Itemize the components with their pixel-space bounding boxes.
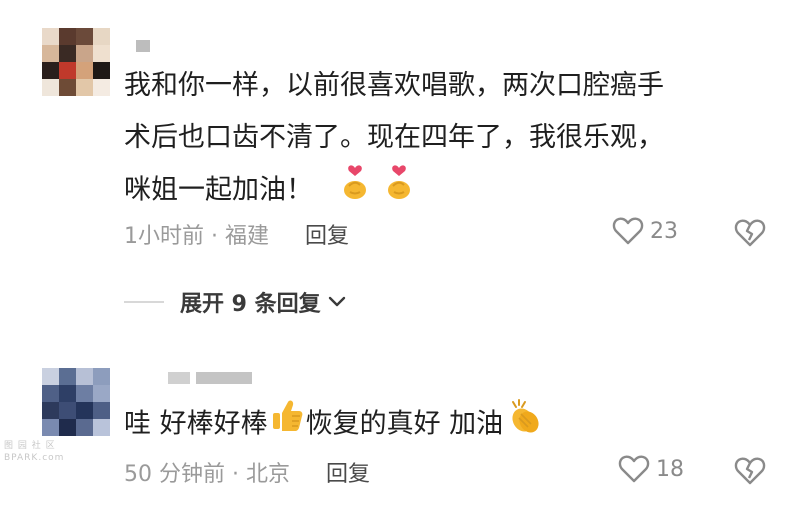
dislike-button[interactable] (734, 218, 766, 252)
like-button[interactable]: 18 (618, 454, 684, 484)
comment-meta: 50 分钟前 · 北京 回复 (124, 456, 370, 488)
comment-time-location: 1小时前 · 福建 (124, 224, 269, 249)
chevron-down-icon (328, 296, 345, 307)
comment-text-segment: 哇 好棒好棒 (124, 408, 268, 440)
heart-icon (618, 455, 650, 483)
comment-text-segment: 咪姐一起加油！ (124, 174, 313, 206)
watermark-line: 图 园 社 区 (4, 441, 56, 451)
comment-meta: 1小时前 · 福建 回复 (124, 218, 349, 250)
comment-text: 哇 好棒好棒 恢复的真好 加油 (124, 398, 543, 452)
finger-heart-icon (340, 164, 370, 218)
divider (124, 301, 164, 303)
username-blurred[interactable] (168, 372, 252, 384)
comment-text-line: 我和你一样，以前很喜欢唱歌，两次口腔癌手 (124, 70, 664, 101)
like-button[interactable]: 23 (612, 216, 678, 246)
clapping-hands-icon (505, 398, 543, 452)
like-count: 18 (656, 456, 684, 482)
thumbs-up-icon (270, 398, 304, 452)
reply-button[interactable]: 回复 (305, 218, 349, 250)
broken-heart-icon (734, 457, 766, 485)
like-count: 23 (650, 218, 678, 244)
broken-heart-icon (734, 219, 766, 247)
comment-time-location: 50 分钟前 · 北京 (124, 462, 290, 487)
watermark: 图 园 社 区 BPARK.com (4, 440, 64, 464)
comment-text-segment: 恢复的真好 加油 (305, 408, 504, 440)
avatar[interactable] (42, 368, 110, 436)
expand-replies-button[interactable]: 展开 9 条回复 (124, 286, 347, 318)
comment-text-line: 咪姐一起加油！ (124, 164, 664, 218)
expand-replies-label: 展开 9 条回复 (180, 292, 321, 317)
comment-text-line: 术后也口齿不清了。现在四年了，我很乐观， (124, 122, 664, 153)
heart-icon (612, 217, 644, 245)
dislike-button[interactable] (734, 456, 766, 490)
username-blurred[interactable] (136, 40, 150, 52)
reply-button[interactable]: 回复 (326, 456, 370, 488)
watermark-line: BPARK.com (4, 453, 65, 463)
avatar[interactable] (42, 28, 110, 96)
comment-text: 我和你一样，以前很喜欢唱歌，两次口腔癌手 术后也口齿不清了。现在四年了，我很乐观… (124, 60, 664, 218)
finger-heart-icon (384, 164, 414, 218)
comment-text-line: 哇 好棒好棒 恢复的真好 加油 (124, 398, 543, 452)
